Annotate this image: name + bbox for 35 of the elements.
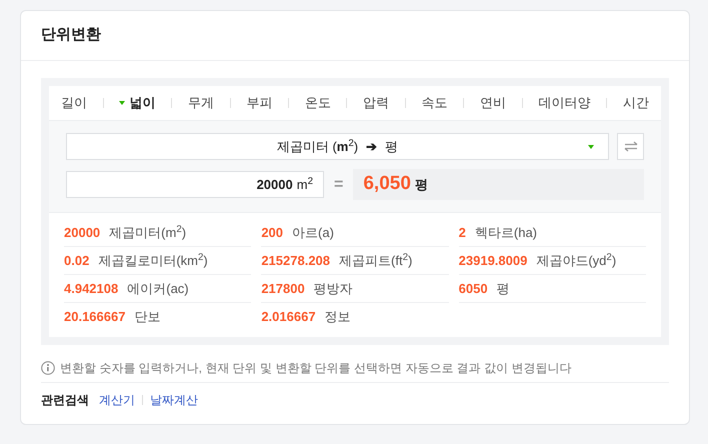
conversion-item: 20000 제곱미터(m$^{2}$) (64, 219, 252, 247)
number-input[interactable]: 20000 m$^{2}$ (66, 171, 324, 198)
unit-tab[interactable]: 부피 (242, 93, 276, 113)
conversion-item: 217800 평방자 (261, 275, 449, 303)
widget-title: 단위변환 (41, 25, 101, 46)
unit-tab[interactable]: 압력 (359, 93, 394, 113)
unit-tab[interactable]: 온도 (300, 93, 335, 113)
conversion-item: 23919.8009 제곱야드(yd$^{2}$) (458, 247, 646, 275)
unit-select[interactable]: 제곱미터 (m$^{2}$) ➔ 평 (66, 133, 609, 160)
unit-tab[interactable]: 넓이 (115, 93, 160, 113)
conversion-item: 4.942108 에이커(ac) (64, 275, 252, 303)
unit-tab[interactable]: 시간 (618, 93, 653, 113)
conversion-item: 200 아르(a) (261, 219, 449, 247)
unit-tab[interactable]: 속도 (418, 93, 452, 113)
equals-sign: = (334, 174, 344, 194)
unit-tab[interactable]: 길이 (57, 93, 91, 113)
swap-button[interactable] (617, 133, 644, 160)
conversion-item: 0.02 제곱킬로미터(km$^{2}$) (64, 247, 252, 275)
swap-icon (624, 141, 638, 152)
conversion-item: 20.166667 단보 (64, 308, 162, 326)
info-text: 변환할 숫자를 입력하거나, 현재 단위 및 변환할 단위를 선택하면 자동으로 결과 값이 변경됩니다 (60, 360, 572, 376)
conversion-item: 6050 평 (458, 275, 646, 303)
unit-tab[interactable]: 데이터양 (534, 93, 594, 113)
caret-icon (119, 101, 126, 105)
conversion-item: 2 헥타르(ha) (458, 219, 646, 247)
conversion-item: 215278.208 제곱피트(ft$^{2}$) (261, 247, 449, 275)
related-label: 관련검색 (41, 392, 89, 409)
result-display: 6,050 평 (353, 169, 644, 200)
related-link[interactable]: 날짜계산 (150, 391, 198, 409)
related-link[interactable]: 계산기 (99, 391, 135, 409)
unit-tab[interactable]: 연비 (476, 93, 510, 113)
conversion-item: 2.016667 정보 (261, 308, 352, 326)
info-icon (41, 360, 55, 374)
caret-icon (588, 145, 594, 149)
unit-tab[interactable]: 무게 (184, 93, 218, 113)
